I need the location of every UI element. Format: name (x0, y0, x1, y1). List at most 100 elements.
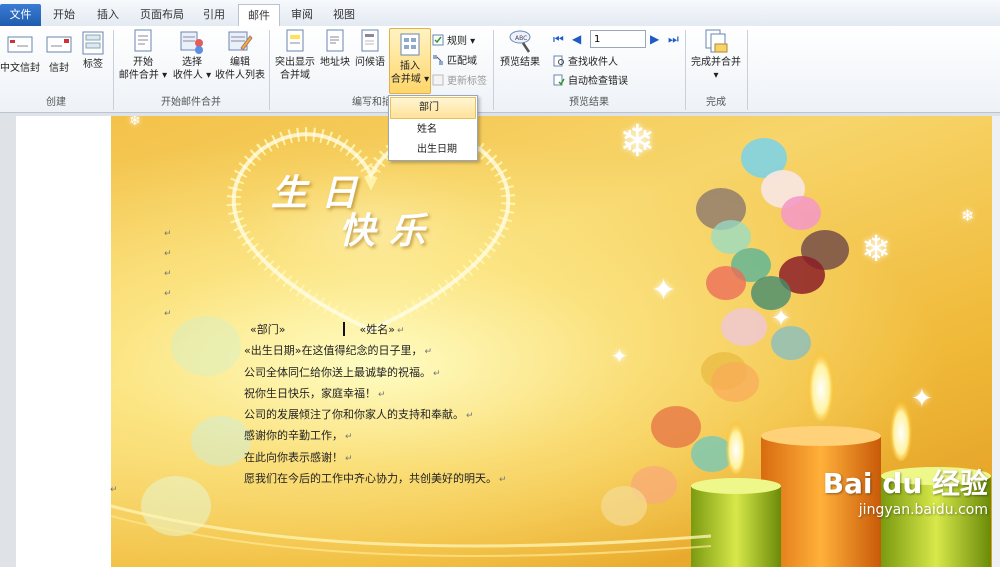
highlight-fields-icon (282, 28, 308, 54)
letter-line-6: 在此向你表示感谢！ (244, 450, 343, 464)
insert-merge-field-line1: 插入 (400, 61, 420, 72)
update-labels-icon (432, 74, 444, 86)
preview-results-button[interactable]: ABC 预览结果 (497, 28, 543, 69)
snowflake-icon: ❄ (619, 116, 656, 167)
last-record-button[interactable]: ⏭ (668, 31, 679, 47)
cn-envelope-button[interactable]: 中文信封 (0, 34, 40, 75)
paragraph-mark: ↵ (164, 249, 172, 259)
snowflake-icon: ❄ (861, 229, 892, 270)
select-recipients-line1: 选择 (182, 57, 202, 68)
first-record-icon: ⏮ (553, 32, 564, 46)
start-mail-merge-button[interactable]: 开始 邮件合并 ▾ (118, 28, 168, 82)
dropdown-item-department[interactable]: 部门 (390, 97, 476, 119)
edit-list-icon (227, 28, 253, 54)
tab-page-layout[interactable]: 页面布局 (134, 4, 190, 26)
dropdown-item-birthdate[interactable]: 出生日期 (389, 140, 477, 160)
sparkle-icon: ✦ (611, 344, 628, 368)
vertical-scrollbar[interactable] (992, 116, 1000, 567)
insert-merge-field-button[interactable]: 插入 合并域 ▾ (389, 28, 431, 94)
paragraph-mark: ↵ (164, 309, 172, 319)
chevron-down-icon: ▾ (158, 70, 168, 81)
auto-check-icon (553, 74, 565, 86)
labels-button[interactable]: 标签 (78, 30, 108, 71)
paragraph-mark: ↵ (164, 269, 172, 279)
preview-results-label: 预览结果 (500, 57, 540, 68)
envelope-label: 信封 (49, 63, 69, 74)
tab-insert[interactable]: 插入 (90, 4, 126, 26)
watermark-brand: Bai du 经验 (822, 467, 988, 500)
paragraph-mark: ↵ (378, 389, 386, 400)
insert-merge-field-line2: 合并域 (390, 74, 421, 85)
paragraph-mark: ↵ (499, 475, 507, 486)
group-preview-label: 预览结果 (569, 97, 609, 108)
group-create-label: 创建 (46, 97, 66, 108)
match-fields-button[interactable]: 匹配域 (432, 54, 477, 70)
paragraph-mark: ↵ (110, 485, 118, 495)
letter-body[interactable]: «部门» «姓名» ↵ «出生日期»在这值得纪念的日子里， ↵ 公司全体同仁给你送上最… (244, 320, 507, 490)
rules-button[interactable]: 规则 ▾ (432, 34, 475, 50)
finish-merge-label: 完成并合并 (691, 57, 741, 68)
auto-check-errors-button[interactable]: 自动检查错误 (553, 74, 628, 90)
envelope-button[interactable]: 信封 (44, 34, 74, 75)
record-number-input[interactable] (590, 30, 646, 48)
next-record-button[interactable]: ▶ (650, 31, 659, 47)
tab-file[interactable]: 文件 (0, 4, 41, 26)
ribbon-mailings: 中文信封 信封 标签 创建 开始 邮件合并 ▾ 选择 收件人 ▾ 编辑 收件人列… (0, 26, 1000, 113)
swoosh-decoration (111, 504, 711, 557)
letter-line-1: 在这值得纪念的日子里， (301, 344, 423, 358)
select-recipients-button[interactable]: 选择 收件人 ▾ (170, 28, 214, 82)
find-recipient-button[interactable]: 查找收件人 (553, 55, 618, 71)
envelope-icon (46, 34, 72, 60)
tab-home[interactable]: 开始 (46, 4, 82, 26)
last-record-icon: ⏭ (668, 32, 679, 46)
previous-record-icon: ◀ (572, 32, 582, 46)
chevron-down-icon: ▾ (467, 36, 476, 47)
tab-references[interactable]: 引用 (196, 4, 232, 26)
document-merge-icon (130, 28, 156, 54)
rules-label: 规则 (447, 36, 467, 47)
insert-merge-field-dropdown: 部门 姓名 出生日期 (388, 95, 478, 161)
merge-field-name[interactable]: «姓名» (359, 323, 394, 336)
match-fields-label: 匹配域 (447, 56, 477, 67)
dropdown-item-name[interactable]: 姓名 (389, 120, 477, 140)
chevron-down-icon: ▾ (713, 70, 719, 81)
find-recipient-label: 查找收件人 (568, 57, 618, 68)
letter-line-4: 公司的发展倾注了你和你家人的支持和奉献。 (244, 408, 464, 422)
recipients-icon (179, 28, 205, 54)
paragraph-mark: ↵ (164, 289, 172, 299)
find-recipient-icon (553, 55, 565, 67)
paragraph-mark: ↵ (396, 326, 405, 336)
address-block-button[interactable]: 地址块 (318, 28, 352, 69)
finish-merge-button[interactable]: 完成并合并 ▾ (688, 28, 744, 82)
group-separator (747, 30, 748, 110)
chevron-down-icon: ▾ (202, 70, 212, 81)
card-title-line2: 快乐 (339, 210, 440, 252)
paragraph-mark: ↵ (164, 229, 172, 239)
paragraph-mark: ↵ (345, 432, 353, 443)
magnifier-icon: ABC (507, 28, 533, 54)
labels-label: 标签 (83, 59, 103, 70)
merge-field-birthdate[interactable]: «出生日期» (244, 344, 301, 357)
previous-record-button[interactable]: ◀ (572, 31, 581, 47)
greeting-line-label: 问候语 (355, 57, 385, 68)
rules-icon (432, 34, 444, 46)
greeting-line-button[interactable]: 问候语 (352, 28, 388, 69)
first-record-button[interactable]: ⏮ (553, 31, 564, 47)
highlight-merge-fields-button[interactable]: 突出显示 合并域 (272, 28, 318, 82)
letter-line-5: 感谢你的辛勤工作， (244, 429, 343, 443)
merge-field-department[interactable]: «部门» (250, 323, 285, 336)
paragraph-mark: ↵ (466, 411, 474, 422)
tab-mailings[interactable]: 邮件 (238, 4, 280, 28)
svg-text:ABC: ABC (515, 35, 527, 42)
letter-line-2: 公司全体同仁给你送上最诚挚的祝福。 (244, 365, 431, 379)
candles-decoration (691, 341, 991, 567)
text-cursor (343, 322, 346, 336)
edit-recipient-list-line1: 编辑 (230, 57, 250, 68)
page-left-margin (16, 116, 111, 567)
highlight-merge-fields-line1: 突出显示 (275, 57, 315, 68)
tab-review[interactable]: 审阅 (284, 4, 320, 26)
baidu-watermark: Bai du 经验 jingyan.baidu.com (823, 462, 988, 518)
edit-recipient-list-button[interactable]: 编辑 收件人列表 (214, 28, 266, 82)
tab-view[interactable]: 视图 (326, 4, 362, 26)
match-fields-icon (432, 54, 444, 66)
